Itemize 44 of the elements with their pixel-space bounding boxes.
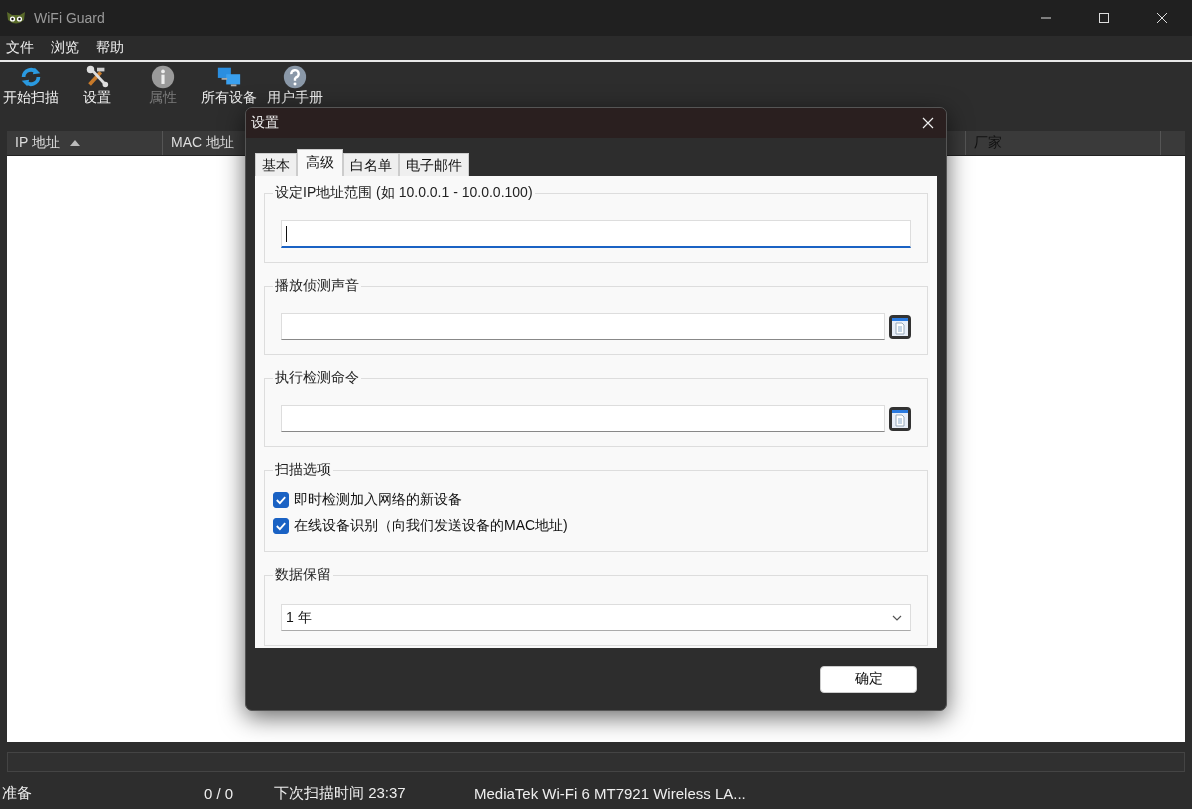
owl-logo-icon: [6, 10, 26, 26]
tab[interactable]: 基本: [255, 153, 297, 176]
status-text: 准备: [1, 783, 33, 803]
input-field[interactable]: [281, 220, 911, 248]
group-title: 扫描选项: [274, 461, 332, 479]
tab[interactable]: 白名单: [343, 153, 399, 176]
checkbox[interactable]: [273, 518, 289, 534]
menu-item[interactable]: 浏览: [45, 39, 85, 57]
dialog-title: 设置: [251, 114, 279, 132]
toolbar-button[interactable]: 所有设备: [198, 64, 260, 105]
group-title: 数据保留: [274, 566, 332, 584]
toolbar-button[interactable]: 用户手册: [264, 64, 326, 105]
status-text: 下次扫描时间 23:37: [274, 783, 407, 803]
info-icon: [150, 64, 176, 90]
tab[interactable]: 高级: [297, 149, 343, 176]
dropdown[interactable]: 1 年: [281, 604, 911, 631]
maximize-icon[interactable]: [1098, 12, 1110, 24]
input-field[interactable]: [281, 313, 885, 340]
close-icon[interactable]: [922, 117, 934, 129]
menu-item[interactable]: 帮助: [90, 39, 130, 57]
chevron-down-icon: [892, 614, 902, 621]
document-icon: [892, 317, 908, 336]
group-title: 设定IP地址范围 (如 10.0.0.1 - 10.0.0.100): [274, 184, 534, 202]
toolbar-button[interactable]: 设置: [66, 64, 128, 105]
input-field[interactable]: [281, 405, 885, 432]
menu-item[interactable]: 文件: [0, 39, 40, 57]
toolbar-button[interactable]: 开始扫描: [0, 64, 62, 105]
document-icon: [892, 409, 908, 428]
ok-button[interactable]: 确定: [820, 665, 917, 693]
group-title: 执行检测命令: [274, 369, 360, 387]
help-icon: [282, 64, 308, 90]
browse-file-button[interactable]: [889, 406, 911, 431]
checkbox[interactable]: [273, 492, 289, 508]
checkbox-label: 在线设备识别（向我们发送设备的MAC地址): [294, 517, 568, 535]
status-text: 0 / 0: [204, 784, 235, 802]
group-title: 播放侦测声音: [274, 277, 360, 295]
wrench-hammer-icon: [84, 64, 110, 90]
checkbox-label: 即时检测加入网络的新设备: [294, 491, 462, 509]
close-icon[interactable]: [1156, 12, 1168, 24]
browse-file-button[interactable]: [889, 314, 911, 339]
status-text: MediaTek Wi-Fi 6 MT7921 Wireless LA...: [474, 784, 746, 802]
window-title: WiFi Guard: [34, 10, 105, 26]
column-header[interactable]: IP 地址: [7, 131, 163, 155]
tab[interactable]: 电子邮件: [399, 153, 469, 176]
